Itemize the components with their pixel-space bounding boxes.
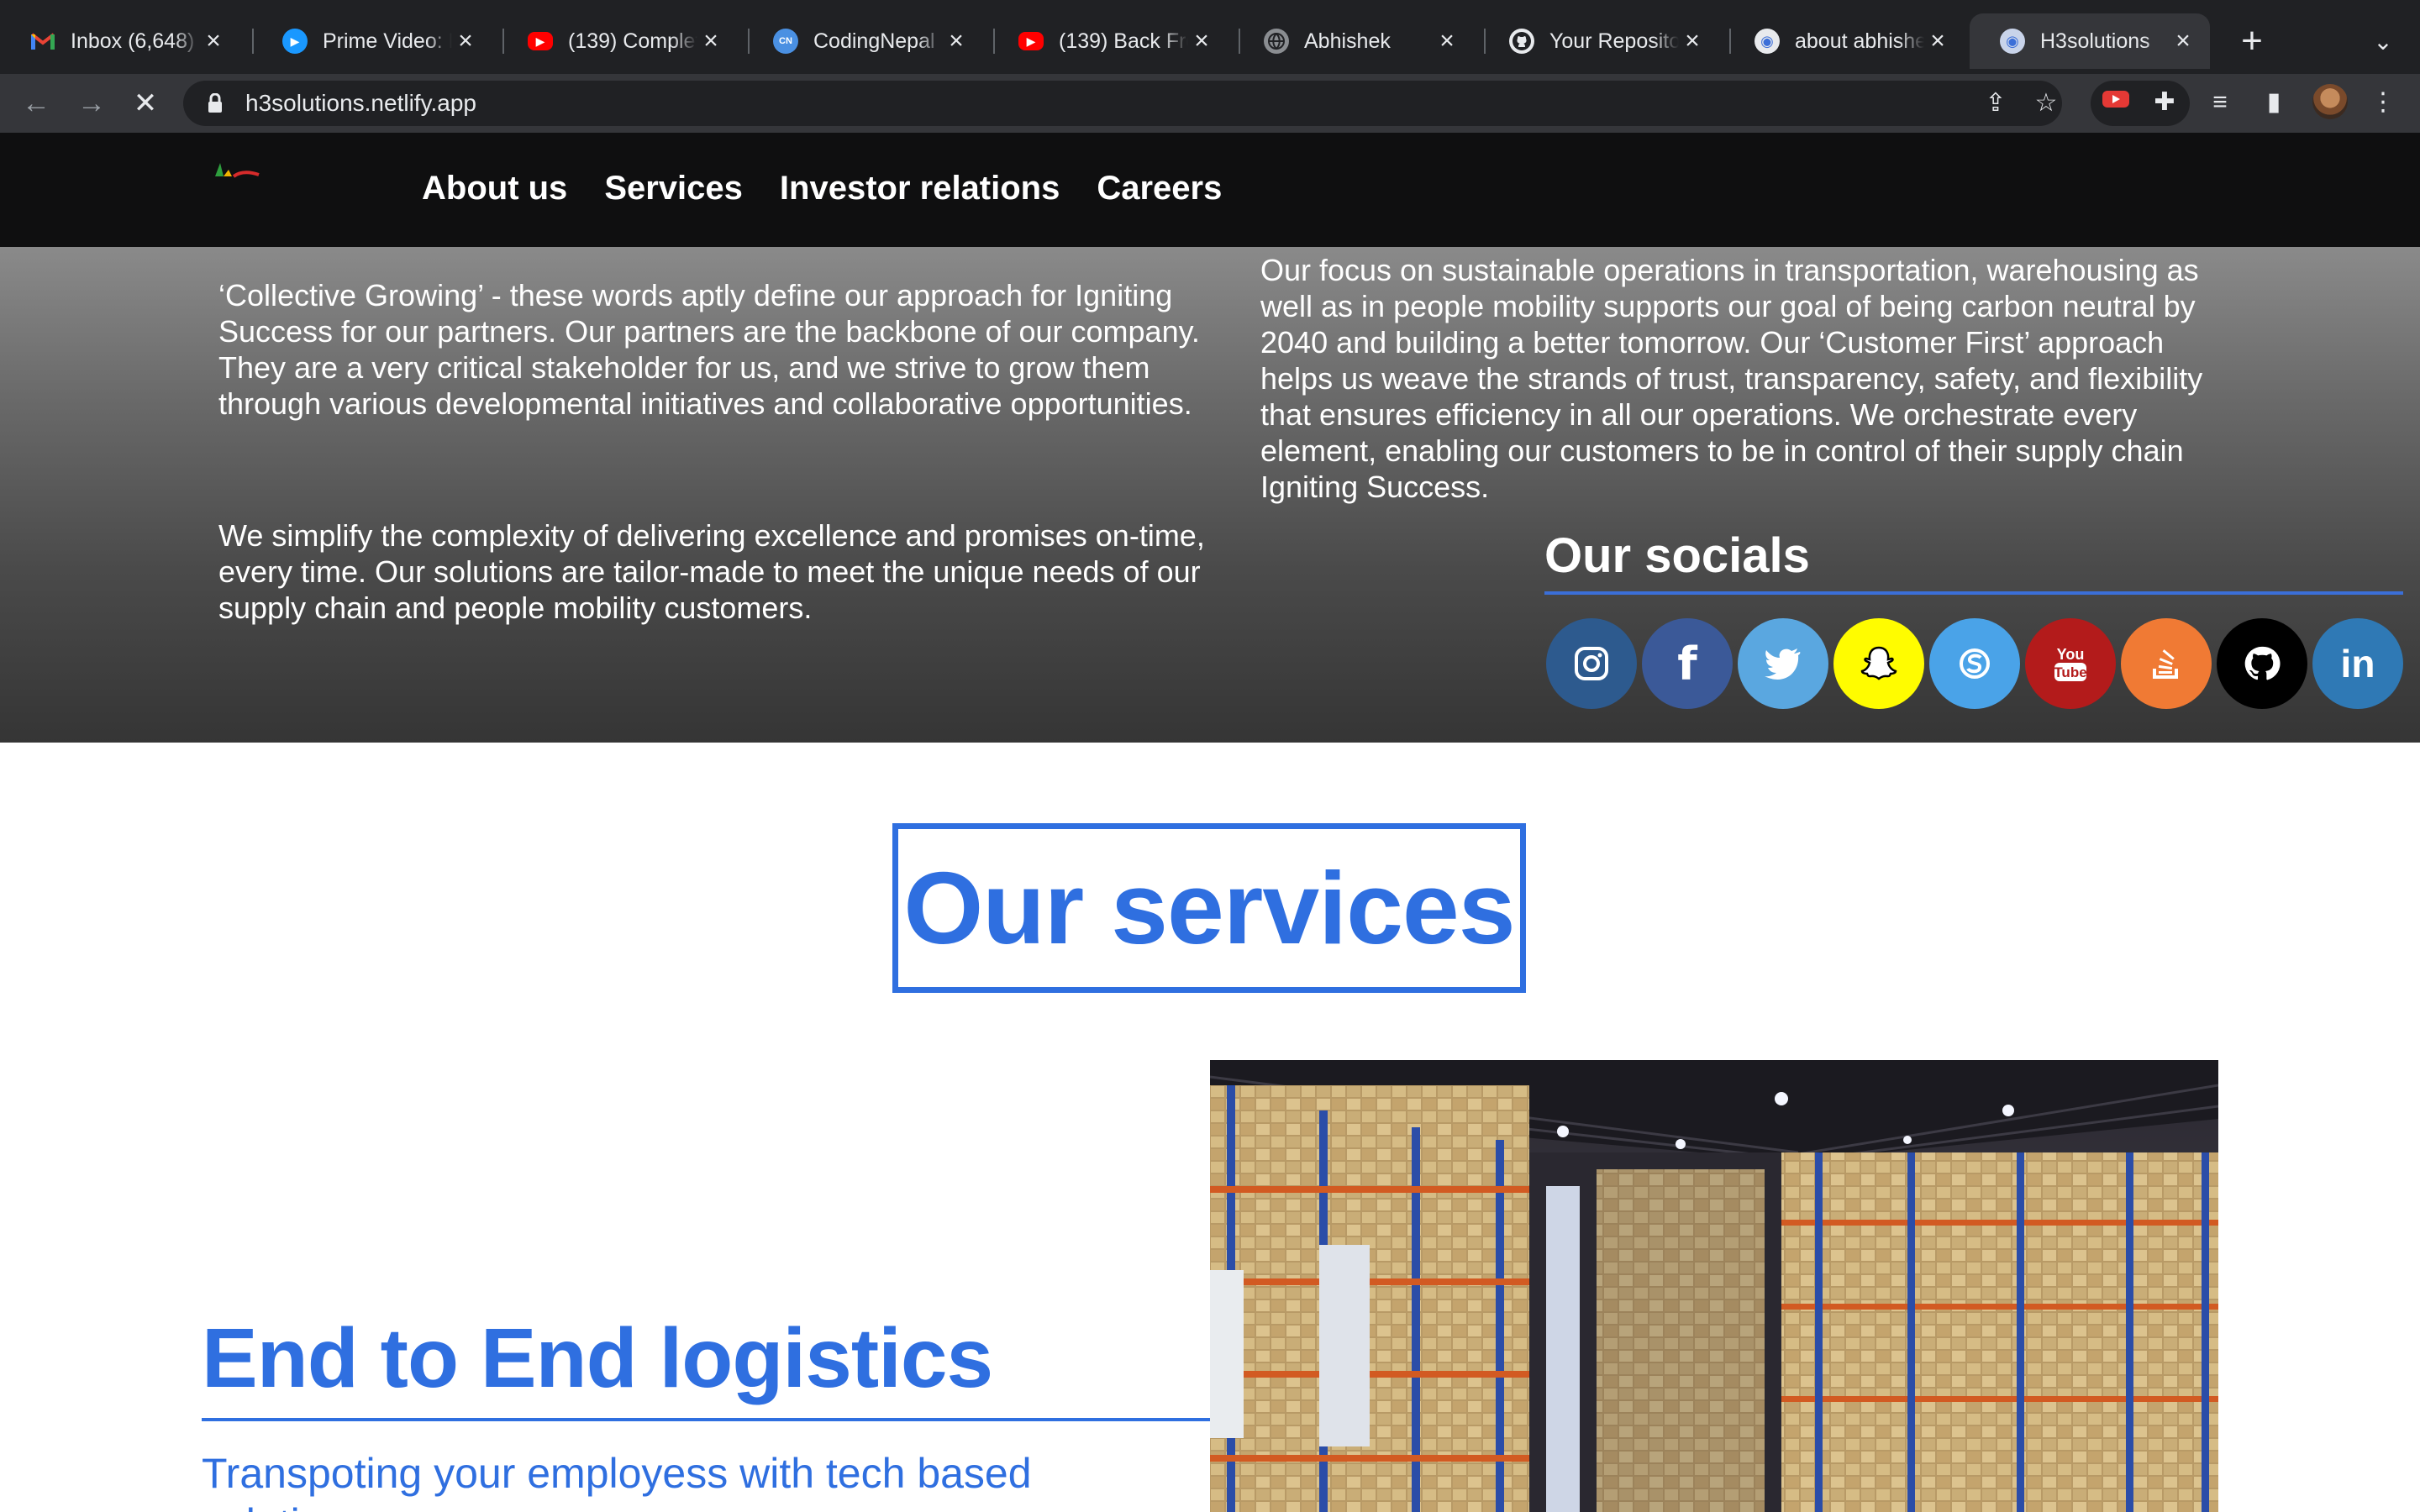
url-text: h3solutions.netlify.app (245, 90, 476, 116)
tab-h3solutions[interactable]: ◉ H3solutions × (1970, 13, 2210, 69)
socials-divider (1544, 591, 2403, 595)
nav-about-us[interactable]: About us (422, 170, 567, 207)
svg-text:You: You (2057, 646, 2085, 663)
lock-icon (203, 92, 227, 115)
facebook-icon[interactable]: f (1642, 618, 1733, 709)
youtube-icon[interactable]: You Tube (2025, 618, 2116, 709)
address-bar[interactable]: h3solutions.netlify.app ⇪ ☆ (183, 81, 2062, 126)
nav-services[interactable]: Services (604, 170, 743, 207)
tab-youtube-1[interactable]: ▶ (139) Complet × (497, 13, 738, 69)
linkedin-icon[interactable]: in (2312, 618, 2403, 709)
close-tab-icon[interactable]: × (200, 29, 227, 54)
service-title: End to End logistics (202, 1311, 993, 1405)
close-tab-icon[interactable]: × (1924, 29, 1951, 54)
github-icon (1509, 29, 1534, 54)
service-divider (202, 1418, 1210, 1421)
nav-careers[interactable]: Careers (1097, 170, 1222, 207)
extension-group: ✚ (2091, 81, 2190, 126)
close-tab-icon[interactable]: × (452, 29, 479, 54)
tab-title: Your Reposito (1549, 29, 1679, 53)
warehouse-image (1210, 1060, 2218, 1512)
stop-loading-icon[interactable]: ✕ (124, 82, 166, 124)
tab-title: Prime Video: M (323, 29, 452, 53)
close-tab-icon[interactable]: × (2170, 29, 2196, 54)
tab-youtube-2[interactable]: ▶ (139) Back Fro × (988, 13, 1228, 69)
sustainable-focus-paragraph: Our focus on sustainable operations in t… (1260, 253, 2203, 504)
socials-heading: Our socials (1544, 528, 1810, 583)
close-tab-icon[interactable]: × (1188, 29, 1215, 54)
media-queue-icon[interactable]: ≡ (2203, 86, 2237, 119)
site-logo[interactable] (212, 158, 262, 178)
close-tab-icon[interactable]: × (697, 29, 724, 54)
tab-title: about abhishe (1795, 29, 1924, 53)
tab-gmail[interactable]: Inbox (6,648) × (0, 13, 240, 69)
site-header: About us Services Investor relations Car… (0, 133, 2420, 247)
close-tab-icon[interactable]: × (1434, 29, 1460, 54)
tab-title: H3solutions (2040, 29, 2150, 53)
tab-title: Abhishek (1304, 29, 1391, 53)
new-tab-button[interactable]: + (2235, 20, 2269, 62)
side-panel-icon[interactable]: ▮ (2257, 86, 2291, 119)
services-heading: Our services (903, 851, 1515, 965)
tab-title: (139) Complet (568, 29, 697, 53)
tab-title: (139) Back Fro (1059, 29, 1188, 53)
twitter-icon[interactable] (1738, 618, 1828, 709)
tab-prime-video[interactable]: ▶ Prime Video: M × (252, 13, 492, 69)
hero-section: ‘Collective Growing’ - these words aptly… (0, 247, 2420, 743)
nav-investor-relations[interactable]: Investor relations (780, 170, 1060, 207)
bookmark-star-icon[interactable]: ☆ (2032, 89, 2060, 118)
globe-icon (1264, 29, 1289, 54)
collective-growing-paragraph: ‘Collective Growing’ - these words aptly… (218, 278, 1200, 421)
main-nav: About us Services Investor relations Car… (422, 170, 1222, 207)
close-tab-icon[interactable]: × (943, 29, 970, 54)
instagram-icon[interactable] (1546, 618, 1637, 709)
tab-title: CodingNepal | (813, 29, 943, 53)
extensions-puzzle-icon[interactable]: ✚ (2148, 86, 2181, 119)
site-icon: ◉ (2000, 29, 2025, 54)
youtube-icon: ▶ (528, 32, 553, 50)
skype-icon[interactable] (1929, 618, 2020, 709)
tab-github[interactable]: Your Reposito × (1479, 13, 1719, 69)
services-heading-box: Our services (892, 823, 1526, 993)
service-subtitle: Transpoting your employess with tech bas… (202, 1450, 1032, 1512)
codingnepal-icon: CN (773, 29, 798, 54)
back-arrow-icon[interactable]: ← (15, 82, 57, 124)
prime-video-icon: ▶ (282, 29, 308, 54)
gmail-icon (30, 29, 55, 54)
tab-search-chevron-icon[interactable]: ⌄ (2366, 24, 2400, 60)
share-icon[interactable]: ⇪ (1981, 89, 2010, 118)
close-tab-icon[interactable]: × (1679, 29, 1706, 54)
youtube-extension-icon[interactable] (2099, 86, 2133, 119)
svg-text:Tube: Tube (2054, 664, 2086, 680)
tab-title: Inbox (6,648) (71, 29, 195, 53)
simplify-paragraph: We simplify the complexity of delivering… (218, 518, 1205, 625)
more-menu-icon[interactable]: ⋮ (2366, 86, 2400, 119)
snapchat-icon[interactable] (1833, 618, 1924, 709)
youtube-icon: ▶ (1018, 32, 1044, 50)
browser-toolbar: ← → ✕ h3solutions.netlify.app ⇪ ☆ ✚ ≡ ▮ … (0, 74, 2420, 133)
stackoverflow-icon[interactable] (2121, 618, 2212, 709)
github-icon[interactable] (2217, 618, 2307, 709)
forward-arrow-icon[interactable]: → (71, 82, 113, 124)
tab-codingnepal[interactable]: CN CodingNepal | × (743, 13, 983, 69)
profile-avatar[interactable] (2312, 84, 2348, 119)
browser-tab-strip: Inbox (6,648) × ▶ Prime Video: M × ▶ (13… (0, 0, 2420, 74)
tab-abhishek[interactable]: Abhishek × (1234, 13, 1474, 69)
tab-about-abhishek[interactable]: ◉ about abhishe × (1724, 13, 1965, 69)
site-icon: ◉ (1754, 29, 1780, 54)
